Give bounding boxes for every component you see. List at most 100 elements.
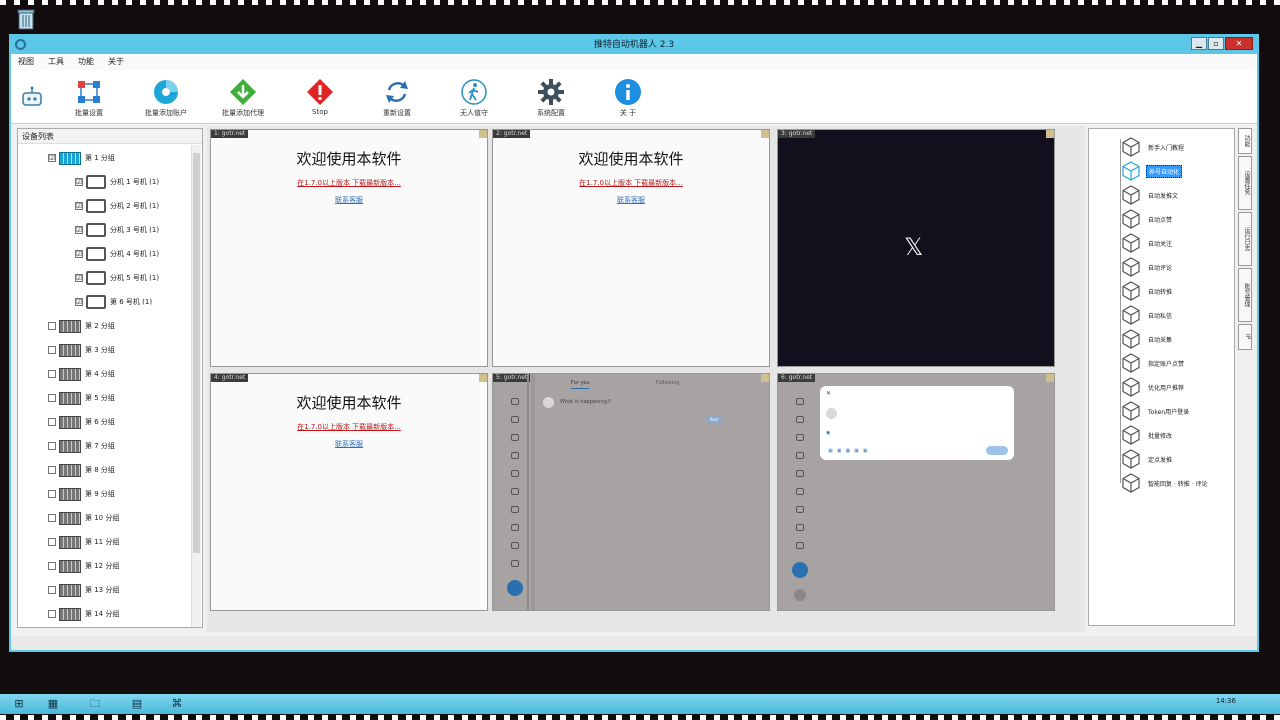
- title-bar[interactable]: 推特自动机器人 2.3 ▁ ▫ ✕: [11, 36, 1257, 54]
- batch-add-proxy-button[interactable]: 批量添加代理: [205, 76, 281, 122]
- function-item[interactable]: 新手入门教程: [1121, 137, 1186, 157]
- tree-phone[interactable]: ☑ 第 6 号机 (1): [75, 294, 152, 310]
- tab-account-manage[interactable]: 账号管理: [1238, 268, 1252, 322]
- function-item[interactable]: 自动采集: [1121, 329, 1174, 349]
- unattended-button[interactable]: 无人值守: [436, 76, 512, 122]
- menu-view[interactable]: 视图: [11, 54, 41, 70]
- screen-corner-button[interactable]: [479, 374, 487, 382]
- menu-about[interactable]: 关于: [101, 54, 131, 70]
- group-checkbox[interactable]: [48, 346, 56, 354]
- update-notice-link[interactable]: 在1.7.0以上版本 下载最新版本...: [211, 422, 487, 432]
- tab-functions[interactable]: 功能: [1238, 128, 1252, 154]
- tree-group[interactable]: 第 2 分组: [48, 318, 115, 334]
- group-checkbox[interactable]: [48, 466, 56, 474]
- tab-for-you[interactable]: For you: [571, 380, 590, 386]
- tab-following[interactable]: Following: [656, 380, 679, 386]
- nav-notifications-icon[interactable]: [511, 434, 519, 441]
- nav-search-icon[interactable]: [511, 416, 519, 423]
- close-icon[interactable]: ✕: [826, 390, 831, 397]
- group-checkbox[interactable]: [48, 442, 56, 450]
- phone-checkbox[interactable]: ☑: [75, 202, 83, 210]
- screen-corner-button[interactable]: [1046, 374, 1054, 382]
- maximize-button[interactable]: ▫: [1208, 37, 1224, 50]
- nav-messages-icon[interactable]: [511, 452, 519, 459]
- stop-button[interactable]: Stop: [282, 76, 358, 122]
- tree-group[interactable]: 第 5 分组: [48, 390, 115, 406]
- tree-group[interactable]: 第 3 分组: [48, 342, 115, 358]
- function-item[interactable]: Token用户登录: [1121, 401, 1191, 421]
- globe-icon[interactable]: ◉: [826, 430, 830, 436]
- post-fab-icon[interactable]: [507, 580, 523, 596]
- device-screen-5[interactable]: 5: gotr.net For you Following What is ha…: [492, 373, 770, 611]
- tree-scroll-thumb[interactable]: [193, 153, 200, 553]
- tree-phone[interactable]: ☑ 分机 1 号机 (1): [75, 174, 159, 190]
- tree-group[interactable]: 第 6 分组: [48, 414, 115, 430]
- group-checkbox[interactable]: [48, 610, 56, 618]
- taskbar-app-3[interactable]: ▤: [124, 696, 150, 712]
- group-checkbox[interactable]: [48, 370, 56, 378]
- group-1-checkbox[interactable]: ☑: [48, 154, 56, 162]
- contact-support-link[interactable]: 联系客服: [211, 439, 487, 449]
- group-checkbox[interactable]: [48, 394, 56, 402]
- tree-group[interactable]: 第 10 分组: [48, 510, 119, 526]
- phone-checkbox[interactable]: ☑: [75, 298, 83, 306]
- phone-checkbox[interactable]: ☑: [75, 178, 83, 186]
- nav-notifications-icon[interactable]: [796, 434, 804, 441]
- screen-corner-button[interactable]: [761, 374, 769, 382]
- nav-lists-icon[interactable]: [796, 470, 804, 477]
- minimize-button[interactable]: ▁: [1191, 37, 1207, 50]
- taskbar-app-1[interactable]: ▦: [40, 696, 66, 712]
- tree-scrollbar[interactable]: [191, 145, 201, 627]
- compose-placeholder[interactable]: What is happening?!: [560, 399, 612, 405]
- tree-phone[interactable]: ☑ 分机 5 号机 (1): [75, 270, 159, 286]
- nav-more-icon[interactable]: [511, 560, 519, 567]
- menu-tools[interactable]: 工具: [41, 54, 71, 70]
- nav-messages-icon[interactable]: [796, 452, 804, 459]
- phone-checkbox[interactable]: ☑: [75, 226, 83, 234]
- post-button[interactable]: Post: [705, 416, 723, 424]
- tree-phone[interactable]: ☑ 分机 4 号机 (1): [75, 246, 159, 262]
- vertical-scrollbar[interactable]: [531, 374, 535, 610]
- menu-functions[interactable]: 功能: [71, 54, 101, 70]
- nav-communities-icon[interactable]: [796, 506, 804, 513]
- function-item[interactable]: 指定账户点赞: [1121, 353, 1186, 373]
- tree-group[interactable]: 第 13 分组: [48, 582, 119, 598]
- about-button[interactable]: 关 于: [590, 76, 666, 122]
- start-button[interactable]: ⊞: [6, 696, 32, 712]
- device-screen-1[interactable]: 1: gotr.net 欢迎使用本软件 在1.7.0以上版本 下载最新版本...…: [210, 129, 488, 367]
- tab-ip[interactable]: IP: [1238, 324, 1252, 350]
- contact-support-link[interactable]: 联系客服: [493, 195, 769, 205]
- function-item[interactable]: 批量修改: [1121, 425, 1174, 445]
- function-item[interactable]: 自动发推文: [1121, 185, 1180, 205]
- tree-phone[interactable]: ☑ 分机 2 号机 (1): [75, 198, 159, 214]
- close-button[interactable]: ✕: [1225, 37, 1253, 50]
- recycle-bin-icon[interactable]: [14, 8, 38, 30]
- tree-group[interactable]: 第 7 分组: [48, 438, 115, 454]
- contact-support-link[interactable]: 联系客服: [211, 195, 487, 205]
- group-checkbox[interactable]: [48, 490, 56, 498]
- batch-add-accounts-button[interactable]: 批量添加账户: [128, 76, 204, 122]
- compose-tools-icons[interactable]: ▣▣▣▣▣: [828, 448, 872, 454]
- nav-x-icon[interactable]: [796, 524, 804, 531]
- nav-lists-icon[interactable]: [511, 470, 519, 477]
- phone-checkbox[interactable]: ☑: [75, 274, 83, 282]
- tab-run-log[interactable]: 运行日志: [1238, 212, 1252, 266]
- nav-search-icon[interactable]: [796, 416, 804, 423]
- group-checkbox[interactable]: [48, 418, 56, 426]
- taskbar-folder-icon[interactable]: 🗀: [82, 696, 108, 712]
- function-item[interactable]: 自动转推: [1121, 281, 1174, 301]
- group-checkbox[interactable]: [48, 562, 56, 570]
- function-item[interactable]: 智能回复 · 转推 · 评论: [1121, 473, 1209, 493]
- nav-bookmarks-icon[interactable]: [511, 488, 519, 495]
- nav-home-icon[interactable]: [796, 398, 804, 405]
- function-item[interactable]: 优化用户推荐: [1121, 377, 1186, 397]
- reset-button[interactable]: 重新设置: [359, 76, 435, 122]
- tree-group-1[interactable]: ☑ 第 1 分组: [48, 150, 115, 166]
- nav-profile-icon[interactable]: [511, 542, 519, 549]
- function-item[interactable]: 自动评论: [1121, 257, 1174, 277]
- group-checkbox[interactable]: [48, 322, 56, 330]
- screen-corner-button[interactable]: [479, 130, 487, 138]
- screen-corner-button[interactable]: [761, 130, 769, 138]
- nav-communities-icon[interactable]: [511, 506, 519, 513]
- group-checkbox[interactable]: [48, 514, 56, 522]
